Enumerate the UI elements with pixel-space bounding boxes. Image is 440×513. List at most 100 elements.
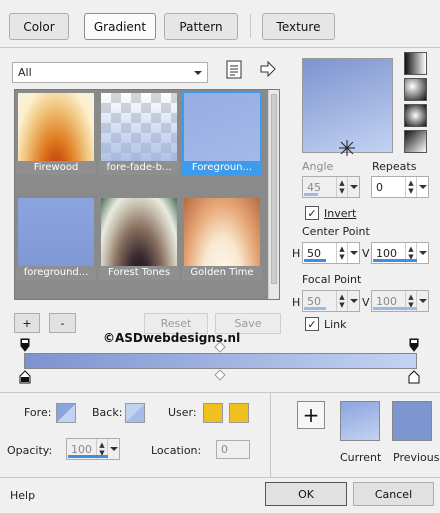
gradient-preview[interactable] [302,58,393,156]
ok-button[interactable]: OK [265,482,347,506]
gallery-item-foreground-selected[interactable]: Foregroun... [182,91,262,175]
color-stop-start-icon[interactable] [19,370,31,384]
center-v-slider-bar [373,259,417,262]
center-h-slider-bar [304,259,326,262]
tab-strip-divider [0,47,440,48]
scrollbar-thumb[interactable] [271,94,277,284]
focal-v-value: 100 [376,294,397,308]
gallery-item-label: foreground... [16,266,96,280]
dropdown-arrow[interactable] [347,243,359,263]
opacity-label: Opacity: [7,444,53,457]
invert-label: Invert [324,207,357,220]
spinner-icon[interactable]: ▲ ▼ [336,177,347,197]
current-label: Current [340,451,382,464]
footer-divider [0,477,440,478]
spinner-icon[interactable]: ▲ ▼ [405,177,416,197]
add-to-user-button[interactable]: + [297,401,325,429]
gradient-preview-bar[interactable] [24,353,417,369]
tab-pattern[interactable]: Pattern [164,13,238,40]
tab-texture[interactable]: Texture [262,13,335,40]
focal-h-input[interactable]: 50 ▲ ▼ [302,290,360,312]
radial-style-button[interactable] [404,104,427,127]
sunburst-style-button[interactable] [404,130,427,153]
previous-label: Previous [393,451,440,464]
gallery-item-foreground[interactable]: foreground... [16,196,96,280]
current-preview [340,401,380,441]
gradient-gallery: Firewood fore-fade-b... Foregroun... for… [14,89,280,300]
opacity-input[interactable]: 100 ▲ ▼ [66,438,120,460]
angle-value: 45 [307,180,321,194]
chevron-down-icon [194,70,202,75]
center-crosshair-icon[interactable] [338,139,356,157]
dropdown-arrow[interactable] [416,177,428,197]
gallery-item-label: Firewood [16,161,96,175]
cancel-button[interactable]: Cancel [353,482,434,506]
dropdown-arrow[interactable] [416,291,428,311]
location-input[interactable]: 0 [216,440,250,459]
gallery-scrollbar[interactable] [268,90,279,299]
gallery-item-label: fore-fade-b... [99,161,179,175]
previous-preview [392,401,432,441]
linear-style-button[interactable] [404,52,427,75]
user-swatch-1[interactable] [203,403,223,423]
user-label: User: [168,406,197,419]
bottom-separator [270,393,271,477]
tab-gradient[interactable]: Gradient [84,13,156,40]
arrow-right-icon[interactable] [259,60,277,78]
focal-point-label: Focal Point [302,273,362,286]
file-list-icon[interactable] [225,60,243,80]
focal-v-label: V [362,296,370,309]
gallery-item-label: Golden Time [182,266,262,280]
spinner-icon[interactable]: ▲ ▼ [336,291,347,311]
dropdown-arrow[interactable] [347,177,359,197]
center-v-input[interactable]: 100 ▲ ▼ [371,242,429,264]
center-h-label: H [292,247,301,260]
center-h-input[interactable]: 50 ▲ ▼ [302,242,360,264]
link-checkbox[interactable]: ✓ [305,317,319,331]
focal-v-input[interactable]: 100 ▲ ▼ [371,290,429,312]
tab-separator [250,14,251,38]
gallery-item-golden-time[interactable]: Golden Time [182,196,262,280]
link-label: Link [324,318,347,331]
help-link[interactable]: Help [10,489,35,502]
fore-label: Fore: [24,406,52,419]
location-label: Location: [151,444,202,457]
user-swatch-2[interactable] [229,403,249,423]
color-stop-end-icon[interactable] [408,370,420,384]
remove-gradient-button[interactable]: - [49,313,76,333]
gallery-item-label: Forest Tones [99,266,179,280]
end-stop-marker-icon[interactable] [409,338,419,352]
center-point-label: Center Point [302,225,370,238]
gallery-item-label: Foregroun... [182,161,262,175]
opacity-slider-bar [68,455,108,458]
gallery-item-firewood[interactable]: Firewood [16,91,96,175]
center-v-value: 100 [376,246,397,260]
dropdown-arrow[interactable] [416,243,428,263]
angle-input[interactable]: 45 ▲ ▼ [302,176,360,198]
spinner-icon[interactable]: ▲ ▼ [336,243,347,263]
repeats-value: 0 [376,180,383,194]
center-h-value: 50 [307,246,321,260]
rectangular-style-button[interactable] [404,78,427,101]
bottom-divider [0,392,440,393]
fore-swatch[interactable] [56,403,76,423]
category-dropdown[interactable]: All [12,62,208,83]
gallery-item-forest-tones[interactable]: Forest Tones [99,196,179,280]
focal-h-label: H [292,296,301,309]
midpoint-marker-icon[interactable] [214,369,226,381]
angle-slider-bar [304,193,318,196]
start-stop-marker-icon[interactable] [20,338,30,352]
gallery-item-fore-fade[interactable]: fore-fade-b... [99,91,179,175]
add-gradient-button[interactable]: + [14,313,40,333]
angle-label: Angle [302,160,334,173]
repeats-input[interactable]: 0 ▲ ▼ [371,176,429,198]
focal-h-value: 50 [307,294,321,308]
location-value: 0 [221,443,228,456]
focal-v-slider-bar [373,307,417,310]
dropdown-arrow[interactable] [347,291,359,311]
invert-checkbox[interactable]: ✓ [305,206,319,220]
back-swatch[interactable] [125,403,145,423]
tab-color[interactable]: Color [9,13,69,40]
repeats-label: Repeats [372,160,417,173]
dropdown-arrow[interactable] [107,439,119,459]
